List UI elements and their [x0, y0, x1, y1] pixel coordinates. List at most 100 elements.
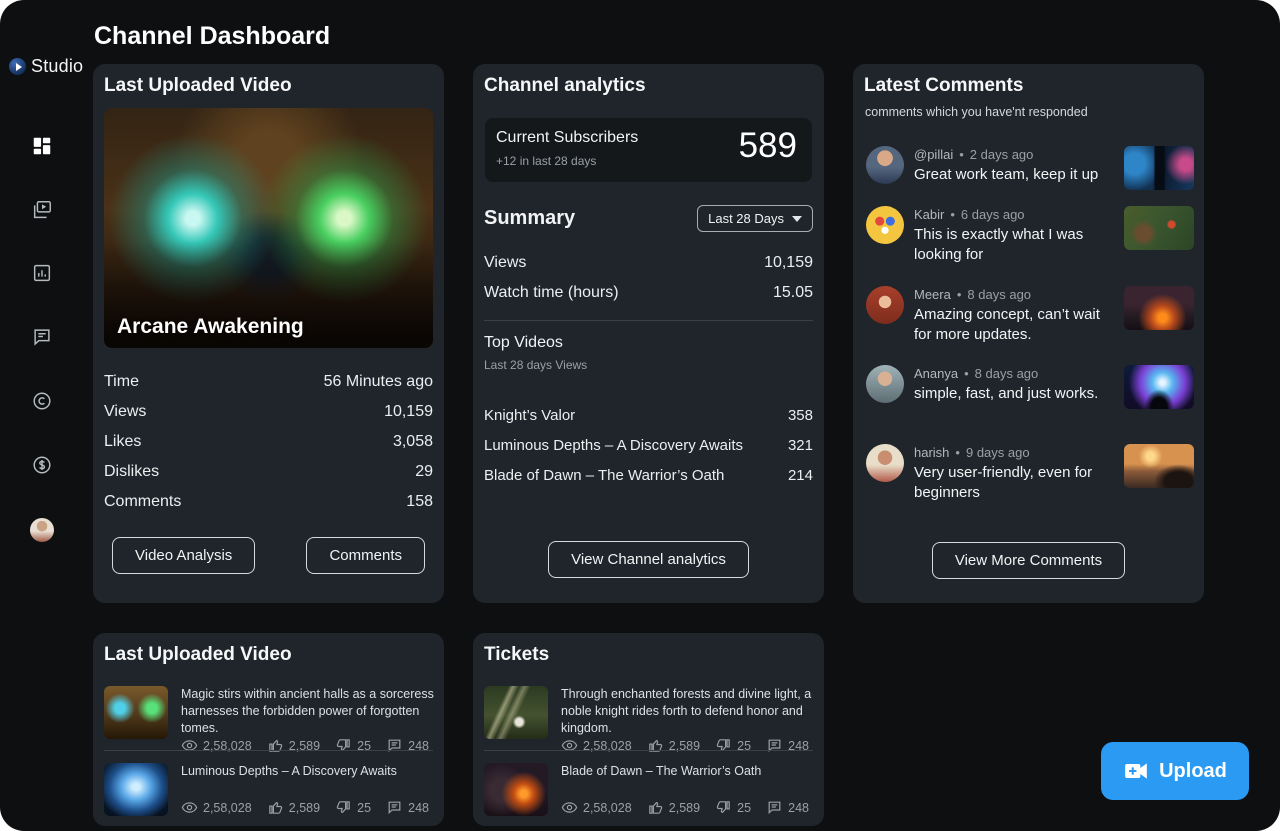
dislikes-stat: 25	[335, 799, 371, 816]
eye-icon	[561, 799, 578, 816]
dashboard-grid-icon	[31, 135, 53, 157]
stat-value: 158	[406, 493, 433, 511]
top-video-row[interactable]: Luminous Depths – A Discovery Awaits321	[484, 430, 813, 460]
user-avatar[interactable]	[30, 518, 54, 542]
thumbs-down-icon	[335, 737, 352, 754]
date-range-dropdown[interactable]: Last 28 Days	[697, 205, 813, 232]
views-stat: 2,58,028	[181, 737, 252, 754]
stat-label: Likes	[104, 433, 141, 451]
channel-dashboard-page: Studio Channel Dashboard Last Uploaded V…	[0, 0, 1280, 831]
likes-stat: 2,589	[647, 737, 700, 754]
video-thumbnail[interactable]	[484, 686, 548, 739]
dislikes-stat: 25	[715, 737, 751, 754]
stat-label: Comments	[104, 493, 181, 511]
comments-stat: 248	[386, 737, 429, 754]
subscribers-label: Current Subscribers	[496, 129, 638, 147]
view-channel-analytics-button[interactable]: View Channel analytics	[548, 541, 749, 578]
top-video-row[interactable]: Blade of Dawn – The Warrior’s Oath214	[484, 460, 813, 490]
sidebar-item-comments[interactable]	[31, 326, 53, 348]
dot-separator: •	[959, 147, 964, 162]
comment-item[interactable]: Meera•8 days ago Amazing concept, can’t …	[866, 286, 1194, 345]
latest-comments-card: Latest Comments comments which you have'…	[853, 64, 1204, 603]
views-stat: 2,58,028	[181, 799, 252, 816]
comment-video-thumbnail[interactable]	[1124, 365, 1194, 409]
stat-row-likes: Likes3,058	[104, 427, 433, 457]
commenter-name: @pillai	[914, 147, 953, 162]
comments-stat: 248	[386, 799, 429, 816]
likes-stat: 2,589	[267, 737, 320, 754]
eye-icon	[181, 737, 198, 754]
top-video-views: 358	[788, 407, 813, 424]
summary-rows: Views10,159 Watch time (hours)15.05	[484, 248, 813, 308]
video-stats-row: 2,58,028 2,589 25 248	[561, 799, 809, 816]
bar-chart-icon	[31, 262, 53, 284]
sidebar-item-monetization[interactable]	[31, 454, 53, 476]
dot-separator: •	[964, 366, 969, 381]
sidebar-item-analytics[interactable]	[31, 262, 53, 284]
top-video-views: 321	[788, 437, 813, 454]
thumbs-up-icon	[647, 799, 664, 816]
video-thumbnail[interactable]	[484, 763, 548, 816]
video-list-item[interactable]: Magic stirs within ancient halls as a so…	[104, 686, 434, 740]
sidebar-item-copyright[interactable]	[31, 390, 53, 412]
comment-item[interactable]: Kabir•6 days ago This is exactly what I …	[866, 206, 1194, 265]
comment-item[interactable]: harish•9 days ago Very user-friendly, ev…	[866, 444, 1194, 503]
commenter-avatar	[866, 286, 904, 324]
video-thumbnail[interactable]	[104, 763, 168, 816]
dot-separator: •	[957, 287, 962, 302]
comments-button[interactable]: Comments	[306, 537, 425, 574]
views-count: 2,58,028	[203, 801, 252, 815]
views-count: 2,58,028	[583, 801, 632, 815]
video-title-overlay: Arcane Awakening	[117, 315, 304, 339]
comment-video-thumbnail[interactable]	[1124, 444, 1194, 488]
comment-text: Great work team, keep it up	[914, 165, 1114, 185]
comment-item[interactable]: @pillai•2 days ago Great work team, keep…	[866, 146, 1194, 190]
comment-item[interactable]: Ananya•8 days ago simple, fast, and just…	[866, 365, 1194, 409]
thumbs-down-icon	[715, 799, 732, 816]
tickets-card: Tickets Through enchanted forests and di…	[473, 633, 824, 826]
views-stat: 2,58,028	[561, 737, 632, 754]
youtube-play-icon	[9, 58, 26, 75]
view-more-comments-button[interactable]: View More Comments	[932, 542, 1125, 579]
comments-stat: 248	[766, 737, 809, 754]
comment-text: Amazing concept, can’t wait for more upd…	[914, 305, 1114, 345]
comment-video-thumbnail[interactable]	[1124, 286, 1194, 330]
sidebar-item-dashboard[interactable]	[31, 135, 53, 157]
top-video-title: Knight’s Valor	[484, 407, 575, 424]
upload-button[interactable]: Upload	[1101, 742, 1249, 800]
video-thumbnail[interactable]	[104, 686, 168, 739]
dislikes-count: 25	[737, 801, 751, 815]
top-video-row[interactable]: Knight’s Valor 358	[484, 400, 813, 430]
comments-stat: 248	[766, 799, 809, 816]
divider	[484, 750, 813, 751]
dislikes-stat: 25	[335, 737, 371, 754]
stat-row-dislikes: Dislikes29	[104, 457, 433, 487]
comment-icon	[386, 737, 403, 754]
commenter-avatar	[866, 365, 904, 403]
upload-label: Upload	[1159, 760, 1227, 783]
comment-video-thumbnail[interactable]	[1124, 206, 1194, 250]
eye-icon	[181, 799, 198, 816]
video-stats: Time56 Minutes ago Views10,159 Likes3,05…	[104, 367, 433, 517]
commenter-name: Ananya	[914, 366, 958, 381]
comments-count: 248	[788, 801, 809, 815]
top-videos-title: Top Videos	[484, 334, 563, 352]
comment-text: This is exactly what I was looking for	[914, 225, 1114, 265]
comment-time: 6 days ago	[961, 207, 1025, 222]
ticket-list-item[interactable]: Blade of Dawn – The Warrior’s Oath 2,58,…	[484, 763, 814, 817]
views-stat: 2,58,028	[561, 799, 632, 816]
summary-value: 15.05	[773, 284, 813, 302]
commenter-name: Meera	[914, 287, 951, 302]
comment-icon	[386, 799, 403, 816]
thumbs-up-icon	[267, 799, 284, 816]
video-analysis-button[interactable]: Video Analysis	[112, 537, 255, 574]
commenter-name: harish	[914, 445, 949, 460]
video-list-item[interactable]: Luminous Depths – A Discovery Awaits 2,5…	[104, 763, 434, 817]
comment-text: simple, fast, and just works.	[914, 384, 1114, 404]
comment-video-thumbnail[interactable]	[1124, 146, 1194, 190]
ticket-list-item[interactable]: Through enchanted forests and divine lig…	[484, 686, 814, 740]
thumbs-up-icon	[647, 737, 664, 754]
video-thumbnail[interactable]: Arcane Awakening	[104, 108, 433, 348]
studio-logo[interactable]: Studio	[9, 56, 83, 77]
sidebar-item-content[interactable]	[31, 199, 53, 221]
